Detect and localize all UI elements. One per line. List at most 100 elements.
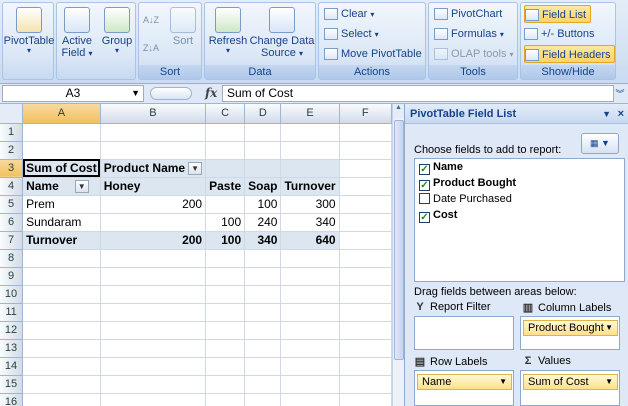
row-header[interactable]: 10: [0, 285, 24, 304]
sort-az-button[interactable]: A↓Z: [143, 11, 159, 29]
cell[interactable]: [244, 141, 282, 160]
cell[interactable]: [244, 267, 282, 286]
pivot-column-item-cell[interactable]: Soap: [244, 177, 282, 196]
cell[interactable]: [280, 303, 340, 322]
cell[interactable]: [22, 141, 101, 160]
row-header[interactable]: 12: [0, 321, 24, 340]
cell[interactable]: 200: [100, 195, 207, 214]
row-header[interactable]: 9: [0, 267, 24, 286]
cell[interactable]: [100, 267, 207, 286]
cell[interactable]: [280, 249, 340, 268]
cell[interactable]: [22, 339, 101, 358]
cell[interactable]: [100, 357, 207, 376]
row-header[interactable]: 5: [0, 195, 24, 214]
cell[interactable]: 240: [244, 213, 282, 232]
field-item-name[interactable]: ✓ Name: [415, 159, 624, 175]
cell[interactable]: [100, 285, 207, 304]
cell[interactable]: [22, 357, 101, 376]
cell[interactable]: [205, 285, 246, 304]
sort-za-button[interactable]: Z↓A: [143, 39, 159, 57]
row-header[interactable]: 8: [0, 249, 24, 268]
row-header[interactable]: 15: [0, 375, 24, 394]
pivot-column-item-cell[interactable]: Honey: [100, 177, 207, 196]
cell[interactable]: [339, 159, 392, 178]
values-field-chip[interactable]: Sum of Cost ▼: [523, 374, 618, 390]
cell[interactable]: [339, 177, 392, 196]
change-data-source-button[interactable]: Change Data Source ▾: [249, 5, 315, 59]
cell[interactable]: [22, 123, 101, 142]
cell[interactable]: [100, 393, 207, 406]
cell[interactable]: [244, 159, 282, 178]
cell[interactable]: 340: [280, 213, 340, 232]
cell[interactable]: [280, 285, 340, 304]
formula-bar-splitter[interactable]: [150, 87, 192, 100]
scrollbar-thumb[interactable]: [394, 120, 404, 360]
cell[interactable]: [205, 375, 246, 394]
column-header[interactable]: E: [280, 104, 340, 124]
values-zone[interactable]: Sum of Cost ▼: [520, 370, 620, 406]
cell[interactable]: [100, 249, 207, 268]
pivot-column-item-cell[interactable]: Paste: [205, 177, 246, 196]
refresh-button[interactable]: Refresh ▾: [207, 5, 249, 55]
row-header[interactable]: 3: [0, 159, 24, 178]
cell[interactable]: [22, 267, 101, 286]
move-pivottable-button[interactable]: Move PivotTable: [324, 45, 422, 63]
pivot-row-item-cell[interactable]: Sundaram: [22, 213, 101, 232]
select-all-corner[interactable]: [0, 104, 24, 124]
column-header[interactable]: C: [205, 104, 246, 124]
clear-button[interactable]: Clear ▾: [324, 5, 374, 23]
row-header[interactable]: 16: [0, 393, 24, 406]
cell[interactable]: [100, 339, 207, 358]
column-header[interactable]: A: [22, 104, 101, 124]
cell[interactable]: [100, 141, 207, 160]
row-header[interactable]: 4: [0, 177, 24, 196]
field-item-date-purchased[interactable]: Date Purchased: [415, 191, 624, 207]
cell[interactable]: [339, 393, 392, 406]
cell[interactable]: [280, 357, 340, 376]
cell[interactable]: [339, 339, 392, 358]
layout-options-button[interactable]: ▦ ▼: [581, 133, 619, 154]
checkbox-checked-icon[interactable]: ✓: [419, 212, 430, 223]
cell[interactable]: [339, 249, 392, 268]
cell[interactable]: [339, 285, 392, 304]
checkbox-checked-icon[interactable]: ✓: [419, 180, 430, 191]
cell[interactable]: [339, 375, 392, 394]
cell[interactable]: [100, 123, 207, 142]
field-headers-button[interactable]: Field Headers: [524, 45, 616, 63]
pivot-data-field-cell[interactable]: Sum of Cost: [22, 159, 101, 178]
cell[interactable]: [339, 195, 392, 214]
cell[interactable]: [339, 321, 392, 340]
cell[interactable]: [100, 303, 207, 322]
column-header[interactable]: B: [100, 104, 207, 124]
cell[interactable]: 100: [205, 213, 246, 232]
sort-button[interactable]: Sort: [167, 5, 199, 47]
column-header[interactable]: F: [339, 104, 392, 124]
row-labels-field-chip[interactable]: Name ▼: [417, 374, 512, 390]
pane-options-icon[interactable]: ▼: [602, 104, 611, 124]
cell[interactable]: [205, 339, 246, 358]
field-item-product-bought[interactable]: ✓ Product Bought: [415, 175, 624, 191]
pivot-grand-total-cell[interactable]: 100: [205, 230, 246, 250]
row-header[interactable]: 14: [0, 357, 24, 376]
cell[interactable]: [244, 285, 282, 304]
row-header[interactable]: 6: [0, 213, 24, 232]
checkbox-unchecked-icon[interactable]: [419, 193, 430, 204]
field-list-button[interactable]: Field List: [524, 5, 592, 23]
group-button[interactable]: Group ▾: [99, 5, 135, 55]
cell[interactable]: [280, 267, 340, 286]
name-box[interactable]: A3 ▼: [2, 85, 144, 102]
cell[interactable]: [100, 213, 207, 232]
cell[interactable]: [280, 321, 340, 340]
pivot-grand-total-header[interactable]: Turnover: [280, 177, 340, 196]
cell[interactable]: [244, 123, 282, 142]
cell[interactable]: [244, 249, 282, 268]
field-item-cost[interactable]: ✓ Cost: [415, 207, 624, 223]
cell[interactable]: [205, 249, 246, 268]
pivot-row-field-cell[interactable]: Name ▼: [22, 177, 101, 196]
cell[interactable]: [280, 393, 340, 406]
cell[interactable]: [244, 357, 282, 376]
expand-formula-bar-icon[interactable]: ︾: [614, 87, 626, 100]
pivot-row-item-cell[interactable]: Prem: [22, 195, 101, 214]
filter-dropdown-icon[interactable]: ▼: [74, 180, 89, 194]
cell[interactable]: [339, 231, 392, 250]
